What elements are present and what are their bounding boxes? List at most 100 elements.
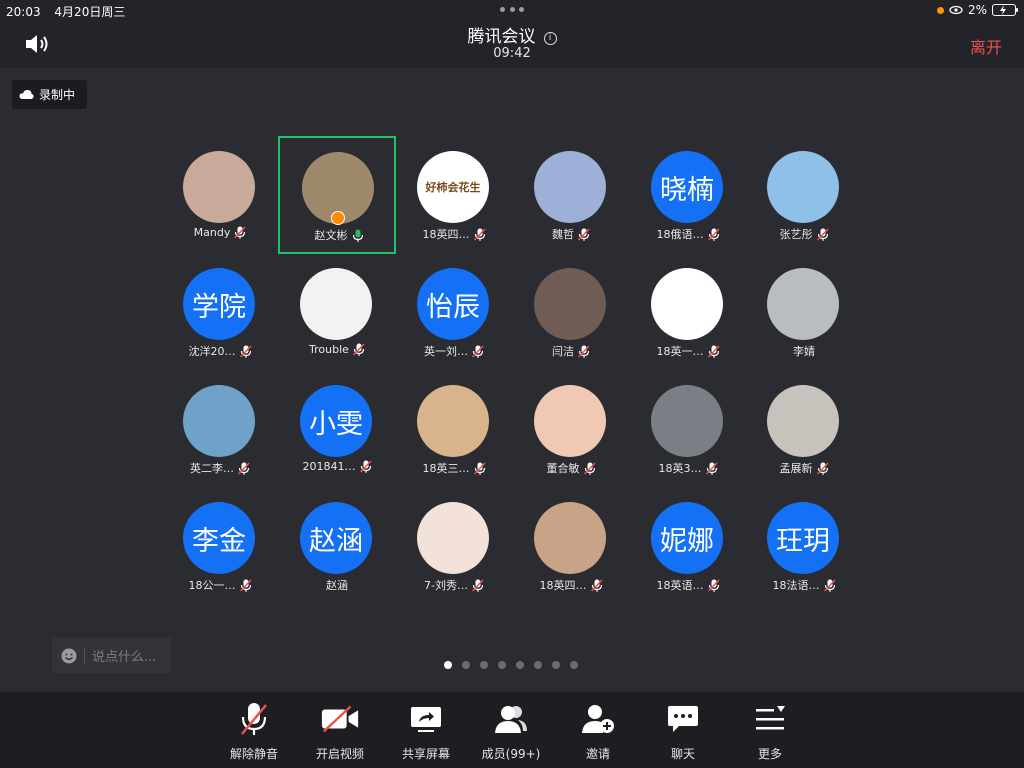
participant-tile[interactable]: 晓楠 18俄语… [629, 136, 747, 254]
participant-tile[interactable]: 英二李… [161, 370, 279, 488]
participant-name-row: 201841… [278, 460, 396, 476]
participant-tile[interactable]: Trouble [278, 253, 396, 371]
participant-name: 18法语… [772, 579, 820, 592]
participant-name: 18英四… [539, 579, 587, 592]
participant-tile[interactable]: 赵文彬 [278, 136, 396, 254]
meeting-header: 腾讯会议 i 09:42 离开 [0, 20, 1024, 68]
participant-avatar [767, 268, 839, 340]
page-dot[interactable] [498, 661, 506, 669]
participant-tile[interactable]: 闫洁 [512, 253, 630, 371]
avatar-text: 妮娜 [660, 525, 714, 557]
participant-tile[interactable]: 孟展新 [745, 370, 863, 488]
page-dot[interactable] [534, 661, 542, 669]
participant-avatar [651, 268, 723, 340]
toolbar-label: 共享屏幕 [401, 747, 450, 761]
page-dot[interactable] [462, 661, 470, 669]
mic-muted-icon [234, 226, 246, 242]
multitask-dots-icon[interactable] [500, 7, 524, 13]
page-dot[interactable] [516, 661, 524, 669]
participant-tile[interactable]: 董合敏 [512, 370, 630, 488]
participant-name-row: 18英语… [629, 577, 747, 595]
mic-on-icon [352, 229, 364, 245]
participant-tile[interactable]: 李婧 [745, 253, 863, 371]
toolbar-button-more[interactable]: 更多 [730, 692, 810, 768]
participant-name: 英二李… [190, 462, 234, 475]
mic-muted-icon [823, 579, 836, 595]
participant-tile[interactable]: 玨玥 18法语… [745, 487, 863, 605]
meeting-title[interactable]: 腾讯会议 i [0, 22, 1024, 47]
chat-input[interactable]: 说点什么... [52, 638, 171, 673]
participant-name: 英一刘… [424, 345, 468, 358]
participant-name: 18英3… [658, 462, 702, 475]
toolbar-button-mic-off[interactable]: 解除静音 [214, 692, 294, 768]
toolbar-button-chat[interactable]: 聊天 [643, 692, 723, 768]
mic-muted-icon [816, 462, 829, 478]
participant-tile[interactable]: 小雯 201841… [278, 370, 396, 488]
page-dot[interactable] [552, 661, 560, 669]
status-date: 4月20日周三 [54, 5, 126, 19]
mic-muted-icon [473, 228, 486, 244]
avatar-text: 好柿会花生 [425, 181, 481, 194]
cloud-icon [19, 89, 34, 99]
avatar-text: 晓楠 [660, 174, 714, 206]
avatar-text: 李金 [192, 525, 246, 557]
participant-tile[interactable]: 好柿会花生 18英四… [395, 136, 513, 254]
members-icon [491, 702, 531, 736]
share-screen-icon [406, 702, 446, 736]
participant-name: 张艺彤 [779, 228, 813, 241]
leave-button[interactable]: 离开 [970, 34, 1002, 58]
participant-name: 沈洋20… [188, 345, 236, 358]
emoji-icon[interactable] [61, 648, 77, 664]
mic-muted-icon [471, 579, 484, 595]
info-icon[interactable]: i [543, 32, 557, 45]
participant-tile[interactable]: 18英一… [629, 253, 747, 371]
participant-tile[interactable]: 18英三… [395, 370, 513, 488]
participant-avatar: 玨玥 [767, 502, 839, 574]
mic-muted-icon [471, 345, 484, 361]
avatar-text: 怡辰 [426, 291, 480, 323]
participant-name-row: 孟展新 [745, 460, 863, 478]
participant-tile[interactable]: 怡辰英一刘… [395, 253, 513, 371]
battery-percent: 2% [967, 3, 987, 17]
meeting-toolbar: 解除静音 开启视频 共享屏幕 成员(99+) 邀请 聊天 更多 [0, 692, 1024, 768]
recording-badge[interactable]: 录制中 [12, 80, 87, 109]
participant-name: 201841… [302, 460, 356, 473]
participant-tile[interactable]: Mandy [161, 136, 279, 254]
participant-avatar [767, 385, 839, 457]
participant-avatar [417, 502, 489, 574]
participant-tile[interactable]: 赵涵 赵涵 [278, 487, 396, 605]
status-time: 20:03 [6, 5, 41, 19]
participant-tile[interactable]: 李金 18公一… [161, 487, 279, 605]
mic-muted-icon [707, 579, 720, 595]
participant-name: 李婧 [793, 345, 815, 358]
toolbar-button-invite[interactable]: 邀请 [558, 692, 638, 768]
participant-name-row: 18英三… [395, 460, 513, 478]
avatar-text: 小雯 [309, 408, 363, 440]
toolbar-label: 邀请 [585, 747, 610, 761]
toolbar-button-members[interactable]: 成员(99+) [471, 692, 551, 768]
participant-tile[interactable]: 18英3… [629, 370, 747, 488]
mic-muted-icon [705, 462, 718, 478]
page-dot[interactable] [570, 661, 578, 669]
meeting-title-text: 腾讯会议 [467, 27, 536, 47]
participant-name: 董合敏 [546, 462, 580, 475]
participant-name: Trouble [309, 343, 349, 356]
participant-name: 18公一… [188, 579, 236, 592]
participant-tile[interactable]: 18英四… [512, 487, 630, 605]
participant-tile[interactable]: 7-刘秀… [395, 487, 513, 605]
toolbar-button-share-screen[interactable]: 共享屏幕 [386, 692, 466, 768]
mic-in-use-indicator-icon [936, 6, 944, 14]
page-indicator[interactable] [444, 661, 578, 669]
page-dot[interactable] [444, 661, 452, 669]
toolbar-button-video-off[interactable]: 开启视频 [300, 692, 380, 768]
page-dot[interactable] [480, 661, 488, 669]
participant-tile[interactable]: 学院 沈洋20… [161, 253, 279, 371]
more-icon [750, 702, 790, 736]
participant-tile[interactable]: 魏哲 [512, 136, 630, 254]
mic-muted-icon [707, 345, 720, 361]
participant-tile[interactable]: 张艺彤 [745, 136, 863, 254]
participant-tile[interactable]: 妮娜 18英语… [629, 487, 747, 605]
participant-avatar: 怡辰 [417, 268, 489, 340]
participant-name-row: 董合敏 [512, 460, 630, 478]
mic-muted-icon [239, 345, 252, 361]
